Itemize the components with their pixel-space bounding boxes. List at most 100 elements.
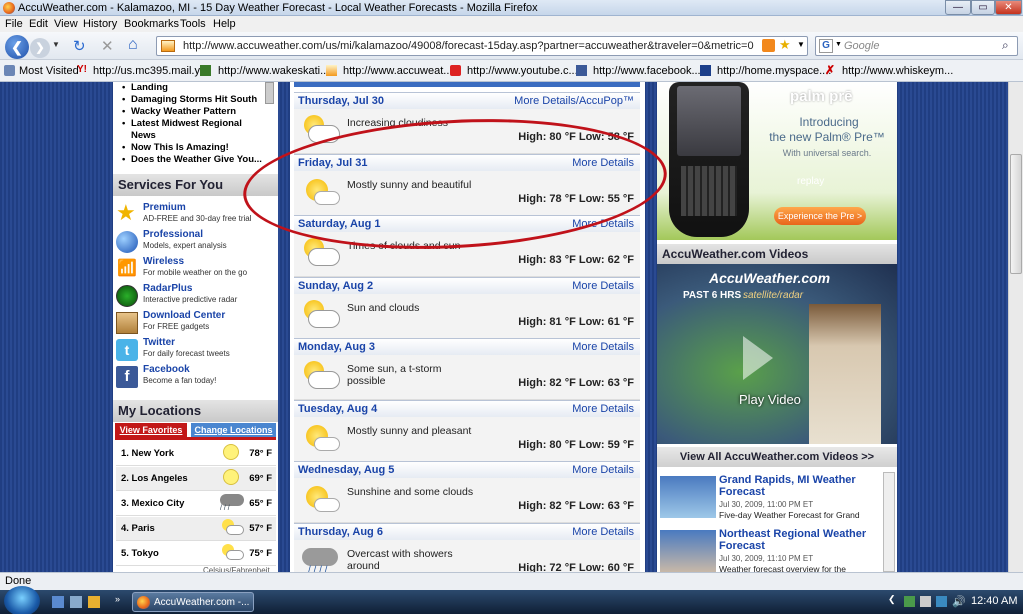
stop-icon[interactable]: ✕	[101, 37, 114, 55]
service-twitter[interactable]: t Twitter For daily forecast tweets	[116, 337, 276, 363]
more-details-link[interactable]: More Details	[572, 464, 634, 476]
video-thumb[interactable]	[660, 530, 716, 572]
search-magnifier-icon[interactable]: ⌕	[1002, 38, 1009, 53]
news-scrollbar[interactable]	[265, 82, 274, 104]
taskbar-firefox-button[interactable]: AccuWeather.com -...	[132, 592, 254, 612]
menu-bookmarks[interactable]: Bookmarks	[124, 18, 179, 30]
back-button[interactable]: ❮	[5, 35, 29, 59]
forecast-day-name: Tuesday, Aug 4	[298, 402, 378, 415]
news-list: Landing Damaging Storms Hit South Wacky …	[113, 82, 263, 166]
change-locations-tab[interactable]: Change Locations	[191, 423, 276, 437]
menu-history[interactable]: History	[83, 18, 117, 30]
video-player[interactable]: AccuWeather.com PAST 6 HRS satellite/rad…	[657, 264, 897, 444]
address-bar[interactable]: http://www.accuweather.com/us/mi/kalamaz…	[156, 36, 808, 56]
radar-icon	[116, 285, 138, 307]
history-dropdown-icon[interactable]: ▼	[52, 40, 60, 49]
tray-network-icon[interactable]	[904, 596, 915, 607]
clock[interactable]: 12:40 AM	[971, 595, 1017, 607]
service-facebook[interactable]: f Facebook Become a fan today!	[116, 364, 276, 390]
bookmark-star-icon[interactable]: ★	[779, 37, 791, 53]
location-row-tokyo[interactable]: 5. Tokyo 75° F	[116, 542, 276, 566]
more-details-link[interactable]: More Details/AccuPop™	[514, 95, 634, 107]
news-item[interactable]: Landing	[113, 82, 263, 94]
service-wireless[interactable]: 📶 Wireless For mobile weather on the go	[116, 256, 276, 282]
start-button[interactable]	[4, 586, 40, 614]
news-item[interactable]: Damaging Storms Hit South	[113, 94, 263, 106]
menu-tools[interactable]: Tools	[180, 18, 206, 30]
play-video-label[interactable]: Play Video	[739, 392, 801, 407]
scrollbar-thumb[interactable]	[1010, 154, 1022, 274]
bookmark-wakeskating[interactable]: http://www.wakeskati...	[218, 65, 329, 77]
reload-icon[interactable]: ↻	[73, 37, 86, 55]
forward-button[interactable]: ❯	[30, 38, 50, 58]
tray-volume-icon[interactable]: 🔊	[952, 595, 966, 608]
view-favorites-tab[interactable]: View Favorites	[115, 423, 187, 437]
bookmark-yahoo-mail[interactable]: http://us.mc395.mail.y...	[93, 65, 208, 77]
video-item-title[interactable]: Grand Rapids, MI Weather Forecast	[719, 474, 879, 498]
service-professional[interactable]: Professional Models, expert analysis	[116, 229, 276, 255]
engine-dropdown-icon[interactable]: ▼	[835, 41, 842, 48]
youtube-icon	[450, 65, 461, 76]
url-dropdown-icon[interactable]: ▼	[797, 40, 805, 49]
url-text[interactable]: http://www.accuweather.com/us/mi/kalamaz…	[183, 40, 754, 52]
more-details-link[interactable]: More Details	[572, 341, 634, 353]
service-premium[interactable]: ★ Premium AD-FREE and 30-day free trial	[116, 202, 276, 228]
news-item[interactable]: Latest Midwest Regional News	[113, 118, 263, 142]
service-radarplus[interactable]: RadarPlus Interactive predictive radar	[116, 283, 276, 309]
news-item[interactable]: Wacky Weather Pattern	[113, 106, 263, 118]
quicklaunch-folder-icon[interactable]	[88, 596, 100, 608]
minimize-button[interactable]: —	[945, 0, 971, 15]
news-item[interactable]: Now This Is Amazing!	[113, 142, 263, 154]
page-scrollbar[interactable]	[1008, 82, 1023, 572]
bookmark-most-visited[interactable]: Most Visited	[19, 65, 79, 77]
rss-feed-icon[interactable]	[762, 39, 775, 52]
view-all-videos-link[interactable]: View All AccuWeather.com Videos >>	[657, 447, 897, 467]
location-row-new-york[interactable]: 1. New York 78° F	[116, 442, 276, 466]
menu-edit[interactable]: Edit	[29, 18, 48, 30]
bookmark-star-icon	[4, 65, 15, 76]
play-icon[interactable]	[743, 336, 773, 380]
quicklaunch-desktop-icon[interactable]	[52, 596, 64, 608]
quicklaunch-switch-icon[interactable]	[70, 596, 82, 608]
menu-file[interactable]: File	[5, 18, 23, 30]
tray-expand-icon[interactable]: ❮	[888, 594, 896, 605]
more-details-link[interactable]: More Details	[572, 403, 634, 415]
bookmark-youtube[interactable]: http://www.youtube.c...	[467, 65, 578, 77]
bookmark-facebook[interactable]: http://www.facebook...	[593, 65, 701, 77]
bookmark-whiskey[interactable]: http://www.whiskeym...	[842, 65, 953, 77]
palm-pre-ad[interactable]: palm prē Introducing the new Palm® Pre™ …	[657, 82, 897, 240]
facebook-icon: f	[116, 366, 138, 388]
more-details-link[interactable]: More Details	[572, 157, 634, 169]
forecast-day-name: Thursday, Aug 6	[298, 525, 383, 538]
video-banner-sub: satellite/radar	[743, 290, 804, 301]
close-button[interactable]: ✕	[995, 0, 1022, 15]
ad-cta-button[interactable]: Experience the Pre >	[774, 207, 866, 225]
service-download-center[interactable]: Download Center For FREE gadgets	[116, 310, 276, 336]
location-row-los-angeles[interactable]: 2. Los Angeles 69° F	[116, 467, 276, 491]
quicklaunch-more-icon[interactable]: »	[115, 594, 120, 604]
bookmark-accuweather[interactable]: http://www.accuweat...	[343, 65, 452, 77]
google-engine-icon[interactable]: G	[819, 39, 833, 53]
menu-view[interactable]: View	[54, 18, 78, 30]
menu-help[interactable]: Help	[213, 18, 236, 30]
more-details-link[interactable]: More Details	[572, 526, 634, 538]
news-item[interactable]: Does the Weather Give You...	[113, 154, 263, 166]
video-item-title[interactable]: Northeast Regional Weather Forecast	[719, 528, 879, 552]
tray-monitor-icon[interactable]	[936, 596, 947, 607]
home-icon[interactable]: ⌂	[128, 36, 138, 54]
ad-replay[interactable]: replay	[797, 176, 824, 187]
location-row-paris[interactable]: 4. Paris 57° F	[116, 517, 276, 541]
video-thumb[interactable]	[660, 476, 716, 518]
search-bar[interactable]: G ▼ Google ⌕	[815, 36, 1018, 56]
maximize-button[interactable]: ▭	[971, 0, 995, 15]
tray-app-icon[interactable]	[920, 596, 931, 607]
presenter-image	[809, 304, 881, 444]
bookmark-myspace[interactable]: http://home.myspace....	[717, 65, 831, 77]
more-details-link[interactable]: More Details	[572, 218, 634, 230]
search-input[interactable]: Google	[844, 40, 879, 52]
forecast-list: Thursday, Jul 30 More Details/AccuPop™ Inc…	[290, 82, 645, 585]
location-row-mexico-city[interactable]: 3. Mexico City / / / 65° F	[116, 492, 276, 516]
more-details-link[interactable]: More Details	[572, 280, 634, 292]
partly-cloudy-icon	[300, 298, 340, 334]
video-list-scrollbar[interactable]	[883, 472, 895, 572]
